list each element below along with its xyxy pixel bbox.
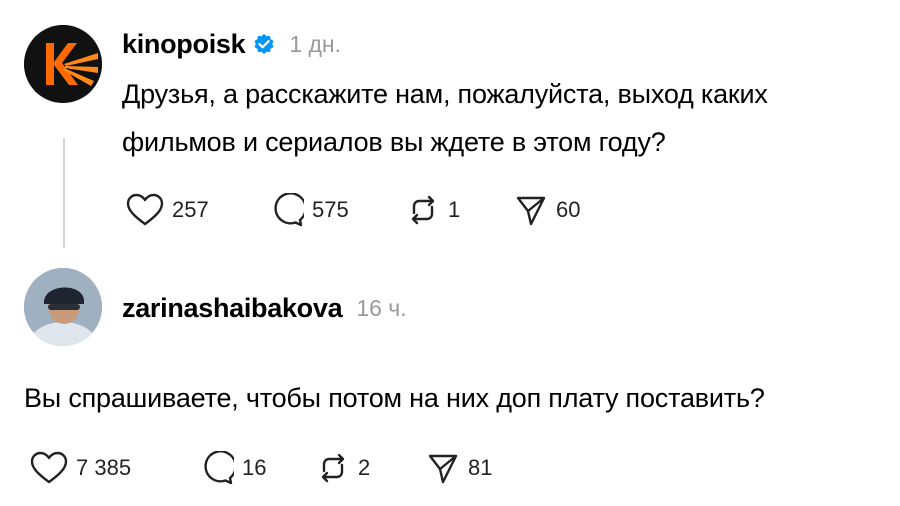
comment-icon	[274, 193, 304, 227]
share-button[interactable]: 60	[514, 193, 614, 227]
reply-repost-button[interactable]: 2	[316, 451, 426, 485]
reply-reply-count: 16	[242, 455, 267, 480]
repost-icon	[321, 453, 345, 483]
repost-button[interactable]: 1	[406, 193, 514, 227]
verified-badge-icon	[253, 33, 275, 55]
repost-count: 1	[448, 197, 461, 222]
reply-username[interactable]: zarinashaibakova	[122, 293, 343, 324]
reply-count: 575	[312, 197, 349, 222]
reply-like-button[interactable]: 7 385	[30, 451, 198, 485]
reply-repost-count: 2	[358, 455, 371, 480]
post-text: Друзья, а расскажите нам, пожалуйста, вы…	[122, 70, 892, 166]
reply-time[interactable]: 16 ч.	[356, 295, 406, 322]
reply-text: Вы спрашиваете, чтобы потом на них доп п…	[24, 383, 765, 413]
comment-icon	[204, 451, 234, 485]
post-username[interactable]: kinopoisk	[122, 29, 246, 60]
reply-like-count: 7 385	[76, 455, 132, 480]
reply-button[interactable]: 575	[268, 193, 406, 227]
reply-share-button[interactable]: 81	[426, 451, 526, 485]
reply-reply-button[interactable]: 16	[198, 451, 316, 485]
reply-avatar[interactable]	[24, 268, 102, 346]
like-button[interactable]: 257	[126, 193, 268, 227]
reply-header: zarinashaibakova 16 ч.	[122, 288, 407, 328]
send-icon	[428, 454, 458, 484]
post-text-line-2: фильмов и сериалов вы ждете в этом году?	[122, 127, 666, 157]
heart-icon	[30, 451, 68, 484]
post-header: kinopoisk 1 дн.	[122, 24, 341, 64]
repost-icon	[411, 195, 435, 225]
post-text-line-1: Друзья, а расскажите нам, пожалуйста, вы…	[122, 79, 768, 109]
thread-line	[63, 138, 65, 248]
share-count: 60	[556, 197, 581, 222]
send-icon	[516, 196, 546, 226]
reply-share-count: 81	[468, 455, 493, 480]
post-time[interactable]: 1 дн.	[289, 31, 341, 58]
like-count: 257	[172, 197, 209, 222]
kinopoisk-avatar[interactable]	[24, 25, 102, 103]
kinopoisk-logo-icon	[24, 25, 102, 103]
reply-actions: 7 385 16 2 81	[30, 448, 526, 488]
post-actions: 257 575 1 60	[126, 190, 614, 230]
heart-icon	[126, 193, 164, 226]
user-photo-icon	[24, 268, 102, 346]
